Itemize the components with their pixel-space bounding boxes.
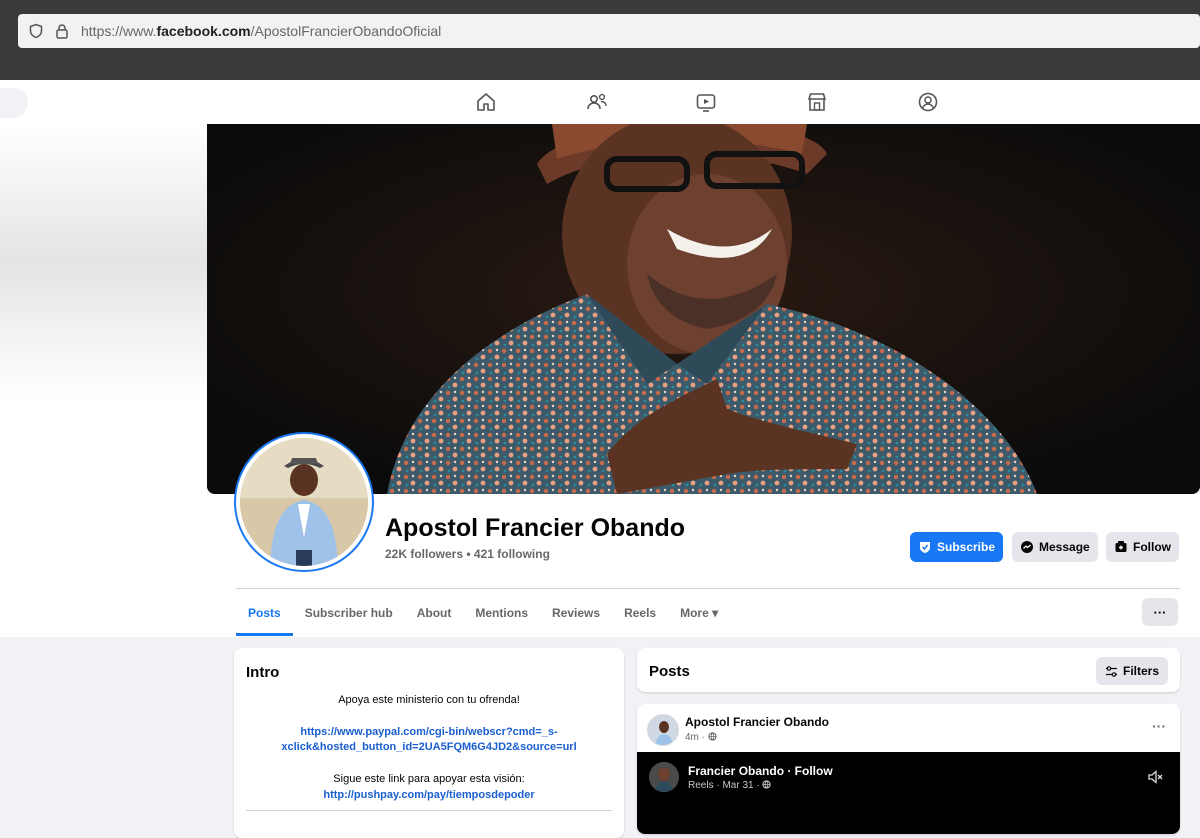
friends-icon[interactable] [585, 90, 609, 114]
follower-stats[interactable]: 22K followers • 421 following [385, 547, 550, 561]
shield-icon [29, 23, 43, 39]
reel-meta-text: Reels · Mar 31 · [688, 780, 763, 791]
profile-tabs: Posts Subscriber hub About Mentions Revi… [236, 598, 730, 636]
post-author-picture [648, 715, 678, 745]
intro-card: Intro Apoya este ministerio con tu ofren… [234, 648, 624, 838]
message-button[interactable]: Message [1012, 532, 1098, 562]
tab-reviews[interactable]: Reviews [540, 598, 612, 636]
profile-divider [236, 588, 1180, 589]
address-bar[interactable]: https://www.facebook.com/ApostolFrancier… [18, 14, 1200, 48]
post-author-avatar[interactable] [647, 714, 679, 746]
url-domain: facebook.com [156, 23, 251, 39]
pushpay-link[interactable]: http://pushpay.com/pay/tiemposdepoder [234, 788, 624, 803]
cover-photo[interactable] [207, 124, 1200, 494]
filters-icon [1105, 665, 1117, 677]
left-panel-gradient [0, 124, 207, 400]
more-options-button[interactable]: ··· [1142, 598, 1178, 626]
url-text[interactable]: https://www.facebook.com/ApostolFrancier… [81, 22, 441, 40]
filters-label: Filters [1122, 664, 1159, 678]
marketplace-icon[interactable] [805, 90, 829, 114]
tab-more[interactable]: More ▾ [668, 598, 730, 636]
subscribe-label: Subscribe [937, 540, 996, 554]
message-label: Message [1039, 540, 1090, 554]
tab-reels[interactable]: Reels [612, 598, 668, 636]
posts-title: Posts [649, 663, 690, 680]
post-author-name[interactable]: Apostol Francier Obando [685, 715, 829, 729]
cover-photo-image [207, 124, 1200, 494]
groups-icon[interactable] [916, 90, 940, 114]
filters-button[interactable]: Filters [1095, 657, 1168, 685]
messenger-icon [1021, 541, 1033, 553]
reel-author-avatar[interactable] [649, 762, 679, 792]
browser-toolbar: https://www.facebook.com/ApostolFrancier… [0, 0, 1200, 80]
follow-icon [1115, 541, 1127, 552]
reel-author-name[interactable]: Francier Obando · Follow [688, 764, 833, 778]
lock-icon[interactable] [54, 23, 70, 39]
profile-picture [240, 438, 368, 566]
tab-posts[interactable]: Posts [236, 598, 293, 636]
follow-button[interactable]: Follow [1106, 532, 1179, 562]
paypal-link-line-1[interactable]: https://www.paypal.com/cgi-bin/webscr?cm… [234, 725, 624, 740]
page-title: Apostol Francier Obando [385, 514, 686, 542]
intro-title: Intro [246, 664, 280, 681]
tab-subscriber-hub[interactable]: Subscriber hub [293, 598, 405, 636]
subscribe-button[interactable]: Subscribe [910, 532, 1004, 562]
top-navigation [0, 80, 1200, 124]
search-pill[interactable] [0, 88, 28, 118]
url-prefix: https://www. [81, 23, 157, 39]
intro-line-1: Apoya este ministerio con tu ofrenda! [338, 694, 520, 706]
tab-mentions[interactable]: Mentions [463, 598, 540, 636]
post-time-text: 4m · [685, 732, 708, 743]
post-options-button[interactable]: ··· [1152, 718, 1166, 734]
url-path: /ApostolFrancierObandoOficial [250, 23, 442, 39]
subscribe-badge-icon [920, 542, 930, 553]
video-icon[interactable] [694, 90, 718, 114]
profile-avatar[interactable] [236, 434, 372, 570]
reel-meta: Reels · Mar 31 · [688, 780, 772, 791]
post-card: Apostol Francier Obando 4m · ··· Francie… [637, 704, 1180, 834]
paypal-link-line-2[interactable]: xclick&hosted_button_id=2UA5FQM6G4JD2&so… [234, 740, 624, 755]
intro-line-2: Sigue este link para apoyar esta visión: [333, 773, 525, 785]
post-timestamp[interactable]: 4m · [685, 732, 717, 743]
follow-label: Follow [1133, 540, 1171, 554]
globe-icon [708, 732, 717, 741]
intro-divider [246, 810, 612, 811]
posts-header: Posts Filters [637, 648, 1180, 692]
globe-icon [762, 780, 772, 789]
home-icon[interactable] [474, 90, 498, 114]
reel-author-picture [649, 762, 679, 792]
left-panel [0, 400, 207, 637]
tab-about[interactable]: About [405, 598, 464, 636]
mute-icon[interactable] [1146, 768, 1164, 786]
